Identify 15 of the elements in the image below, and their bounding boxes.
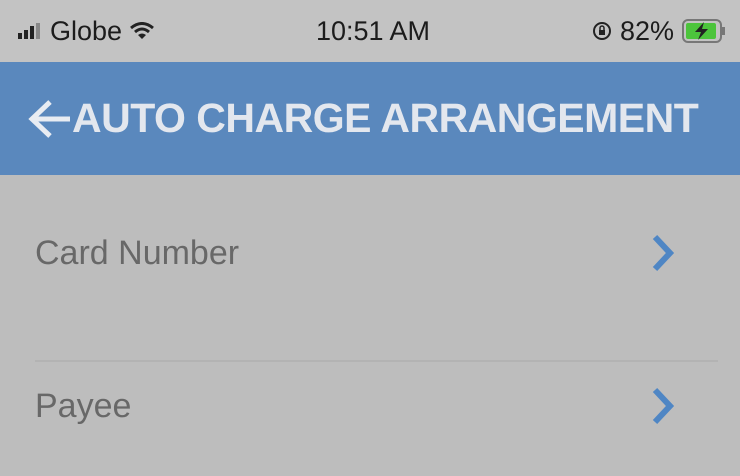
list-row[interactable]: Card Number: [35, 233, 718, 362]
battery-icon: [682, 19, 726, 43]
carrier-name: Globe: [50, 16, 122, 46]
screen-title: AUTO CHARGE ARRANGEMENT: [72, 95, 698, 142]
back-arrow-icon[interactable]: [28, 98, 72, 138]
list-row[interactable]: Payee: [35, 362, 718, 426]
row-label: Payee: [35, 386, 132, 426]
battery-percent: 82%: [620, 16, 674, 46]
signal-icon: [18, 23, 42, 39]
chevron-icon: [650, 233, 676, 273]
rotation-lock-icon: [592, 21, 612, 41]
chevron-icon: [650, 386, 676, 426]
clock-time: 10:51 AM: [316, 16, 430, 46]
wifi-icon: [130, 22, 154, 40]
row-label: Card Number: [35, 234, 240, 272]
